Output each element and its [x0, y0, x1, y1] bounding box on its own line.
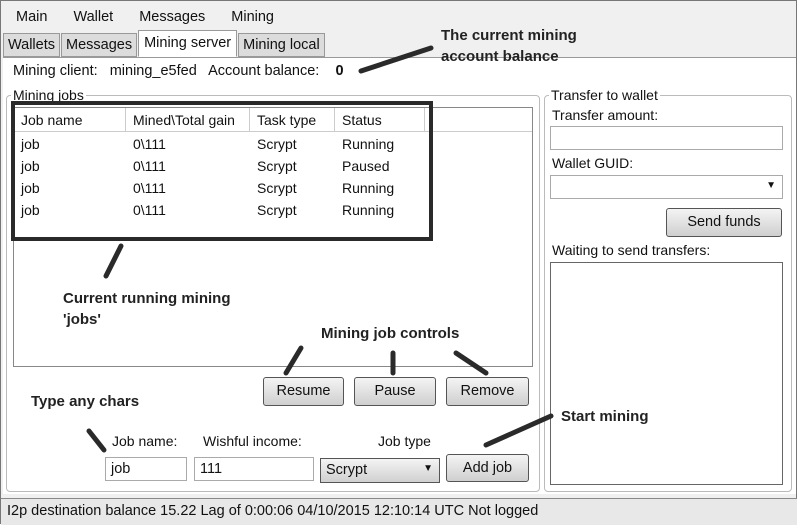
annotation-lines: [86, 45, 554, 453]
remove-pointer: [453, 350, 489, 376]
resume-pointer: [283, 345, 304, 376]
annotation-start: Start mining: [561, 408, 649, 425]
annotation-balance: The current mining account balance: [441, 27, 577, 65]
app-window: Main Wallet Messages Mining Wallets Mess…: [0, 0, 797, 525]
annotation-controls: Mining job controls: [321, 325, 460, 342]
jobs-pointer: [103, 243, 124, 279]
annotation-type: Type any chars: [31, 393, 140, 410]
balance-pointer: [358, 45, 434, 74]
type-pointer: [86, 428, 107, 453]
start-pointer: [483, 413, 554, 448]
annotation-jobs: Current running mining 'jobs': [63, 290, 231, 328]
